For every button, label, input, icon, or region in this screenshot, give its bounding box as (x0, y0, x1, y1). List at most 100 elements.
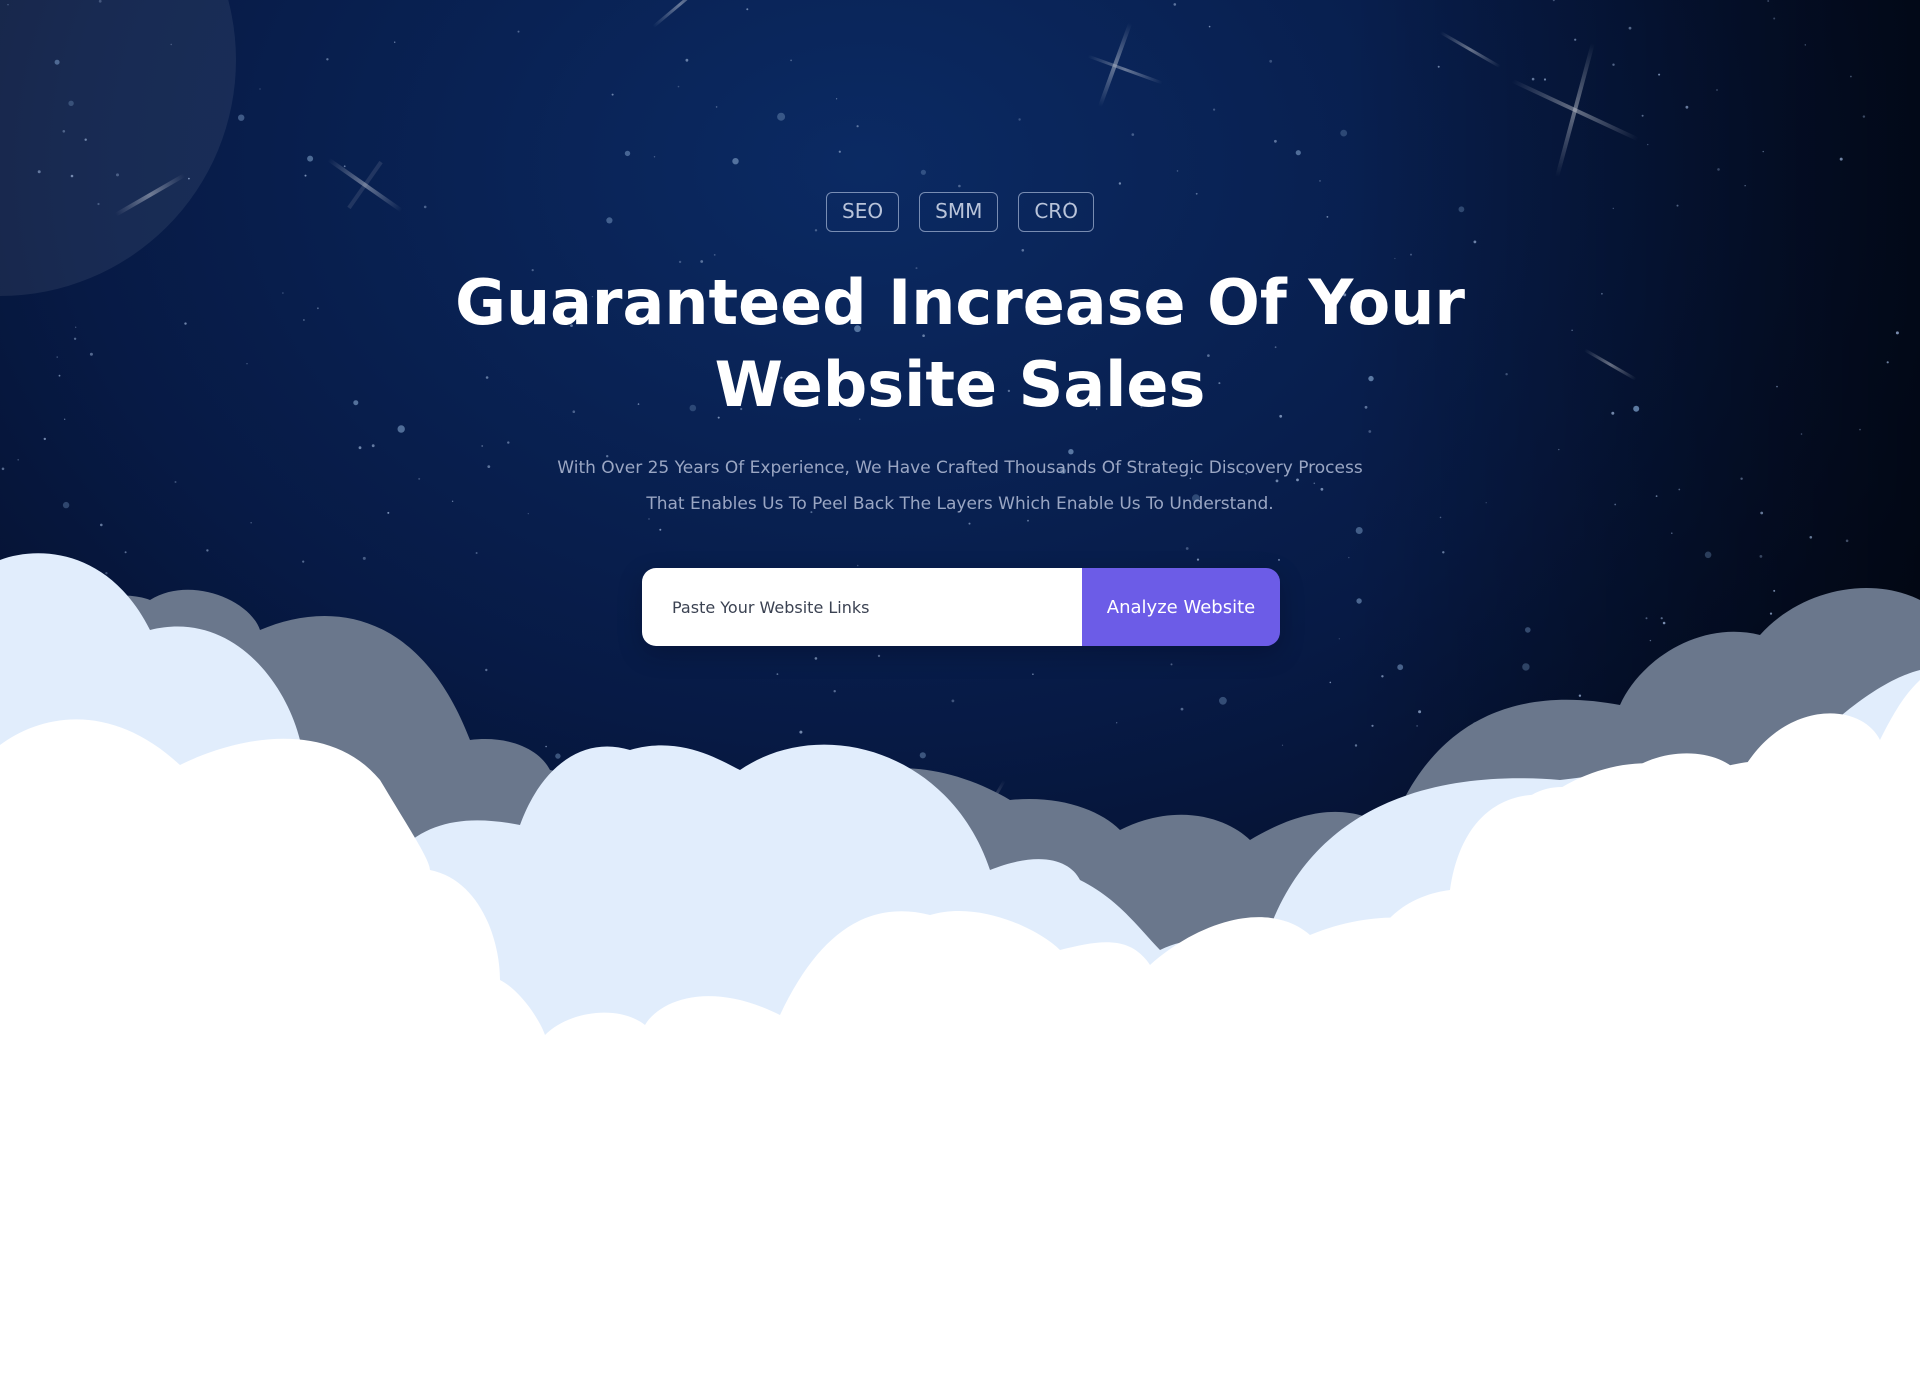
star-icon (1219, 696, 1227, 705)
hero-subtitle-line-2: That Enables Us To Peel Back The Layers … (646, 494, 1274, 514)
hero-headline-line-2: Website Sales (714, 348, 1206, 421)
star-icon (1886, 361, 1889, 364)
tag-seo[interactable]: SEO (826, 192, 900, 232)
star-icon (776, 673, 779, 675)
star-icon (746, 8, 749, 11)
star-icon (611, 93, 614, 96)
star-icon (1578, 694, 1582, 697)
star-icon (685, 58, 689, 62)
star-icon (1645, 617, 1648, 620)
star-icon (1614, 503, 1617, 506)
star-icon (371, 444, 375, 448)
star-icon (1525, 627, 1531, 633)
star-icon (1633, 405, 1640, 412)
star-icon (70, 174, 74, 178)
star-icon (1716, 89, 1718, 91)
star-icon (1208, 25, 1211, 28)
star-icon (715, 106, 718, 108)
star-icon (1116, 722, 1118, 724)
star-icon (653, 156, 656, 158)
star-icon (958, 184, 961, 188)
star-icon (353, 400, 359, 406)
star-icon (1809, 536, 1813, 539)
star-icon (1018, 118, 1021, 121)
star-icon (238, 114, 245, 121)
star-icon (833, 690, 836, 693)
star-icon (75, 326, 77, 328)
star-icon (1558, 448, 1560, 451)
star-icon (1281, 744, 1284, 746)
star-icon (1647, 143, 1649, 146)
star-icon (174, 481, 177, 483)
star-icon (1744, 185, 1746, 187)
star-icon (1371, 724, 1374, 727)
star-icon (1762, 150, 1764, 153)
hero-headline-line-1: Guaranteed Increase Of Your (455, 266, 1465, 339)
star-icon (124, 551, 127, 554)
hero-subtitle-line-1: With Over 25 Years Of Experience, We Hav… (557, 458, 1363, 478)
star-icon (1759, 555, 1763, 558)
star-icon (394, 41, 396, 43)
star-icon (188, 177, 190, 180)
analyze-website-button[interactable]: Analyze Website (1082, 568, 1280, 646)
star-icon (7, 3, 9, 6)
star-icon (1641, 114, 1644, 117)
star-icon (1410, 253, 1412, 256)
star-icon (1543, 78, 1547, 81)
star-icon (1418, 710, 1422, 714)
star-icon (507, 441, 510, 444)
hero-section: SEO SMM CRO Guaranteed Increase Of Your … (0, 0, 1920, 1376)
star-icon (1355, 527, 1363, 534)
star-icon (545, 745, 547, 748)
star-icon (1381, 675, 1384, 678)
star-icon (387, 511, 390, 514)
star-icon (62, 130, 66, 133)
tag-cro[interactable]: CRO (1018, 192, 1094, 232)
star-icon (920, 169, 927, 175)
star-icon (1522, 663, 1530, 671)
star-icon (1850, 75, 1852, 78)
star-icon (1800, 433, 1803, 435)
star-icon (1574, 38, 1577, 41)
star-icon (246, 363, 248, 365)
tag-smm[interactable]: SMM (919, 192, 999, 232)
star-icon (307, 155, 314, 162)
star-icon (304, 174, 307, 177)
star-icon (317, 307, 319, 310)
star-icon (877, 654, 881, 658)
star-icon (1329, 681, 1332, 684)
star-icon (1131, 133, 1135, 136)
star-icon (517, 30, 520, 33)
star-icon (1862, 115, 1866, 118)
star-icon (17, 459, 20, 461)
star-icon (1612, 63, 1615, 66)
star-icon (1032, 673, 1034, 675)
star-icon (1340, 129, 1348, 137)
star-icon (485, 668, 488, 672)
star-icon (89, 352, 93, 356)
star-icon (799, 730, 803, 734)
star-icon (1660, 617, 1663, 620)
star-icon (1658, 73, 1661, 76)
star-icon (170, 43, 172, 46)
star-icon (1021, 249, 1025, 252)
star-icon (836, 98, 838, 100)
service-tags: SEO SMM CRO (0, 192, 1920, 232)
star-icon (451, 500, 454, 502)
star-icon (1118, 182, 1122, 185)
star-icon (184, 322, 187, 325)
star-icon (1213, 108, 1216, 111)
star-icon (856, 125, 859, 128)
star-icon (1, 467, 5, 471)
star-icon (73, 337, 77, 340)
star-icon (481, 445, 484, 447)
star-icon (1354, 744, 1358, 747)
star-icon (677, 85, 680, 88)
star-icon (68, 100, 74, 107)
star-icon (1473, 240, 1477, 244)
star-icon (1196, 558, 1200, 561)
website-url-input[interactable] (642, 568, 1082, 646)
star-icon (814, 657, 818, 660)
star-icon (1740, 477, 1743, 480)
star-icon (1804, 44, 1807, 46)
